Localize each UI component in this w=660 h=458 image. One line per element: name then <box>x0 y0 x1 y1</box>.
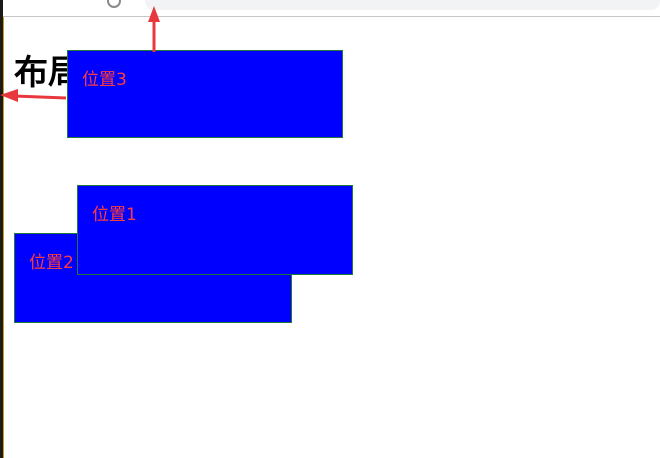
position-box-3: 位置3 <box>67 50 343 138</box>
position-box-1: 位置1 <box>77 185 353 275</box>
window-left-edge <box>0 0 4 458</box>
arrow-left-icon <box>0 89 67 102</box>
position-box-1-label: 位置1 <box>92 205 137 225</box>
position-box-3-label: 位置3 <box>82 70 127 90</box>
position-box-2-label: 位置2 <box>29 253 74 273</box>
address-bar[interactable] <box>145 0 660 10</box>
arrow-up-icon <box>148 6 160 52</box>
browser-toolbar <box>3 0 660 17</box>
reload-icon[interactable] <box>107 0 121 8</box>
